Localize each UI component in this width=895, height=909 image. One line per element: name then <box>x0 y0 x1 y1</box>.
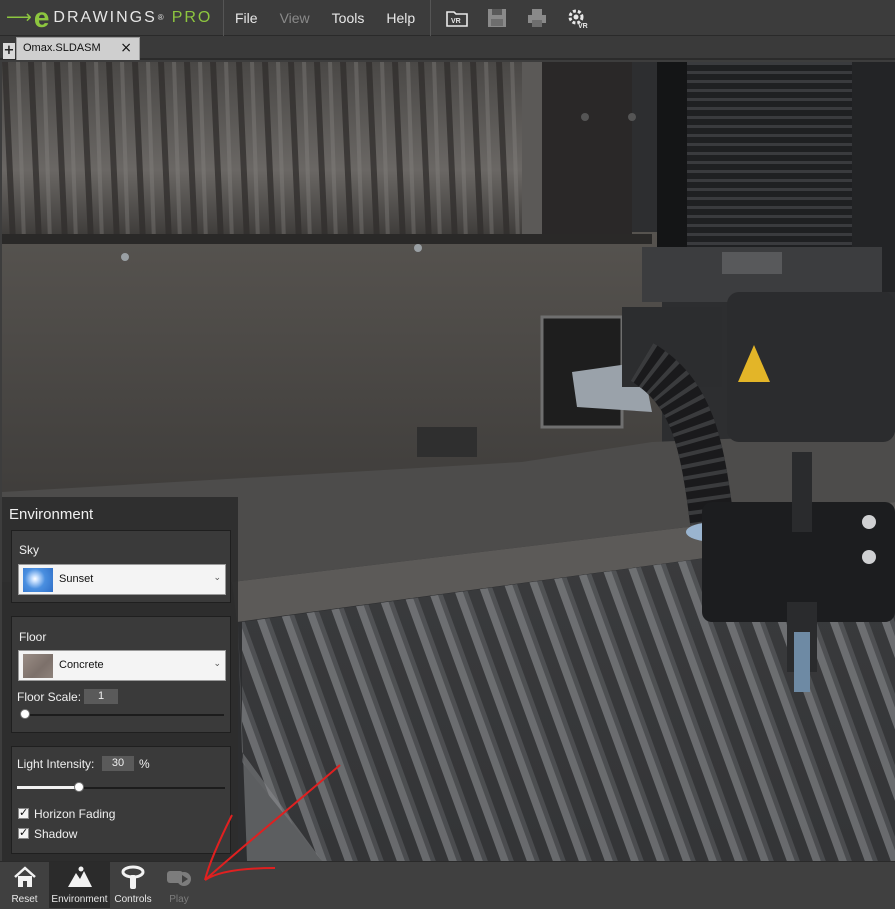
logo-edition: PRO <box>171 8 213 26</box>
sky-thumbnail <box>23 568 53 592</box>
lighting-group: Light Intensity: 30 % Horizon Fading Sha… <box>11 746 231 854</box>
light-intensity-fill <box>17 786 80 789</box>
bottom-toolbar: Reset Environment Controls Play <box>0 861 895 909</box>
menu-tools[interactable]: Tools <box>321 0 376 36</box>
document-tab-strip: + Omax.SLDASM × <box>0 36 895 60</box>
print-icon <box>528 8 547 27</box>
controls-label: Controls <box>114 894 152 905</box>
environment-title: Environment <box>9 506 94 523</box>
floor-scale-track <box>20 714 224 716</box>
floor-label: Floor <box>19 630 47 644</box>
floor-group: Floor Concrete ⌄ Floor Scale: 1 <box>11 616 231 733</box>
logo-arrow-icon: ⟶ <box>6 7 32 28</box>
svg-text:VR: VR <box>451 18 461 25</box>
document-tab[interactable]: Omax.SLDASM × <box>16 37 140 60</box>
floor-value: Concrete <box>59 659 104 671</box>
save-button[interactable] <box>477 0 517 36</box>
new-tab-button[interactable]: + <box>3 43 15 59</box>
vr-controller-icon <box>121 865 145 889</box>
environment-button[interactable]: Environment <box>49 862 110 908</box>
play-icon <box>167 871 191 886</box>
environment-panel: Environment Sky Sunset ⌄ Floor Concrete … <box>2 497 238 861</box>
logo-letter: e <box>33 1 50 33</box>
chevron-down-icon: ⌄ <box>213 573 221 583</box>
mountain-icon <box>67 866 92 887</box>
chevron-down-icon: ⌄ <box>213 659 221 669</box>
menu-view[interactable]: View <box>269 0 321 36</box>
light-intensity-label: Light Intensity: <box>17 757 95 771</box>
svg-text:VR: VR <box>578 23 588 29</box>
floor-scale-label: Floor Scale: <box>17 690 82 704</box>
vr-settings-button[interactable]: VR <box>557 0 597 36</box>
print-button[interactable] <box>517 0 557 36</box>
menu-file[interactable]: File <box>224 0 269 36</box>
floor-dropdown[interactable]: Concrete ⌄ <box>18 650 226 681</box>
floor-scale-slider-handle[interactable] <box>20 709 30 719</box>
document-tab-label: Omax.SLDASM <box>23 42 101 54</box>
floor-thumbnail <box>23 654 53 678</box>
floor-scale-input[interactable]: 1 <box>84 689 118 704</box>
environment-label: Environment <box>51 894 108 905</box>
menu-divider <box>430 0 432 36</box>
play-button[interactable]: Play <box>158 862 200 908</box>
controls-button[interactable]: Controls <box>112 862 154 908</box>
save-icon <box>488 8 507 27</box>
sky-label: Sky <box>19 543 40 557</box>
registered-mark: ® <box>157 13 166 22</box>
vr-settings-icon: VR <box>568 9 588 29</box>
light-intensity-unit: % <box>139 757 150 771</box>
light-intensity-input[interactable]: 30 <box>102 756 134 771</box>
home-icon <box>13 866 36 887</box>
app-logo: ⟶ e DRAWINGS ® PRO <box>0 0 224 36</box>
open-vr-icon: VR <box>446 10 468 27</box>
play-label: Play <box>169 894 189 905</box>
logo-brand: DRAWINGS <box>53 8 157 26</box>
main-menu: File View Tools Help <box>224 0 426 36</box>
menu-help[interactable]: Help <box>375 0 426 36</box>
top-bar: ⟶ e DRAWINGS ® PRO File View Tools Help … <box>0 0 895 36</box>
close-tab-icon[interactable]: × <box>120 40 132 56</box>
sky-group: Sky Sunset ⌄ <box>11 530 231 603</box>
reset-label: Reset <box>11 894 38 905</box>
horizon-fading-checkbox[interactable] <box>18 806 29 819</box>
sky-value: Sunset <box>59 573 94 585</box>
horizon-fading-label: Horizon Fading <box>34 807 116 821</box>
shadow-label: Shadow <box>34 827 78 841</box>
shadow-checkbox[interactable] <box>18 826 29 839</box>
sky-dropdown[interactable]: Sunset ⌄ <box>18 564 226 595</box>
open-vr-button[interactable]: VR <box>437 0 477 36</box>
edrawings-window: ⟶ e DRAWINGS ® PRO File View Tools Help … <box>0 0 895 909</box>
light-intensity-slider-handle[interactable] <box>74 782 85 792</box>
reset-button[interactable]: Reset <box>2 862 47 908</box>
